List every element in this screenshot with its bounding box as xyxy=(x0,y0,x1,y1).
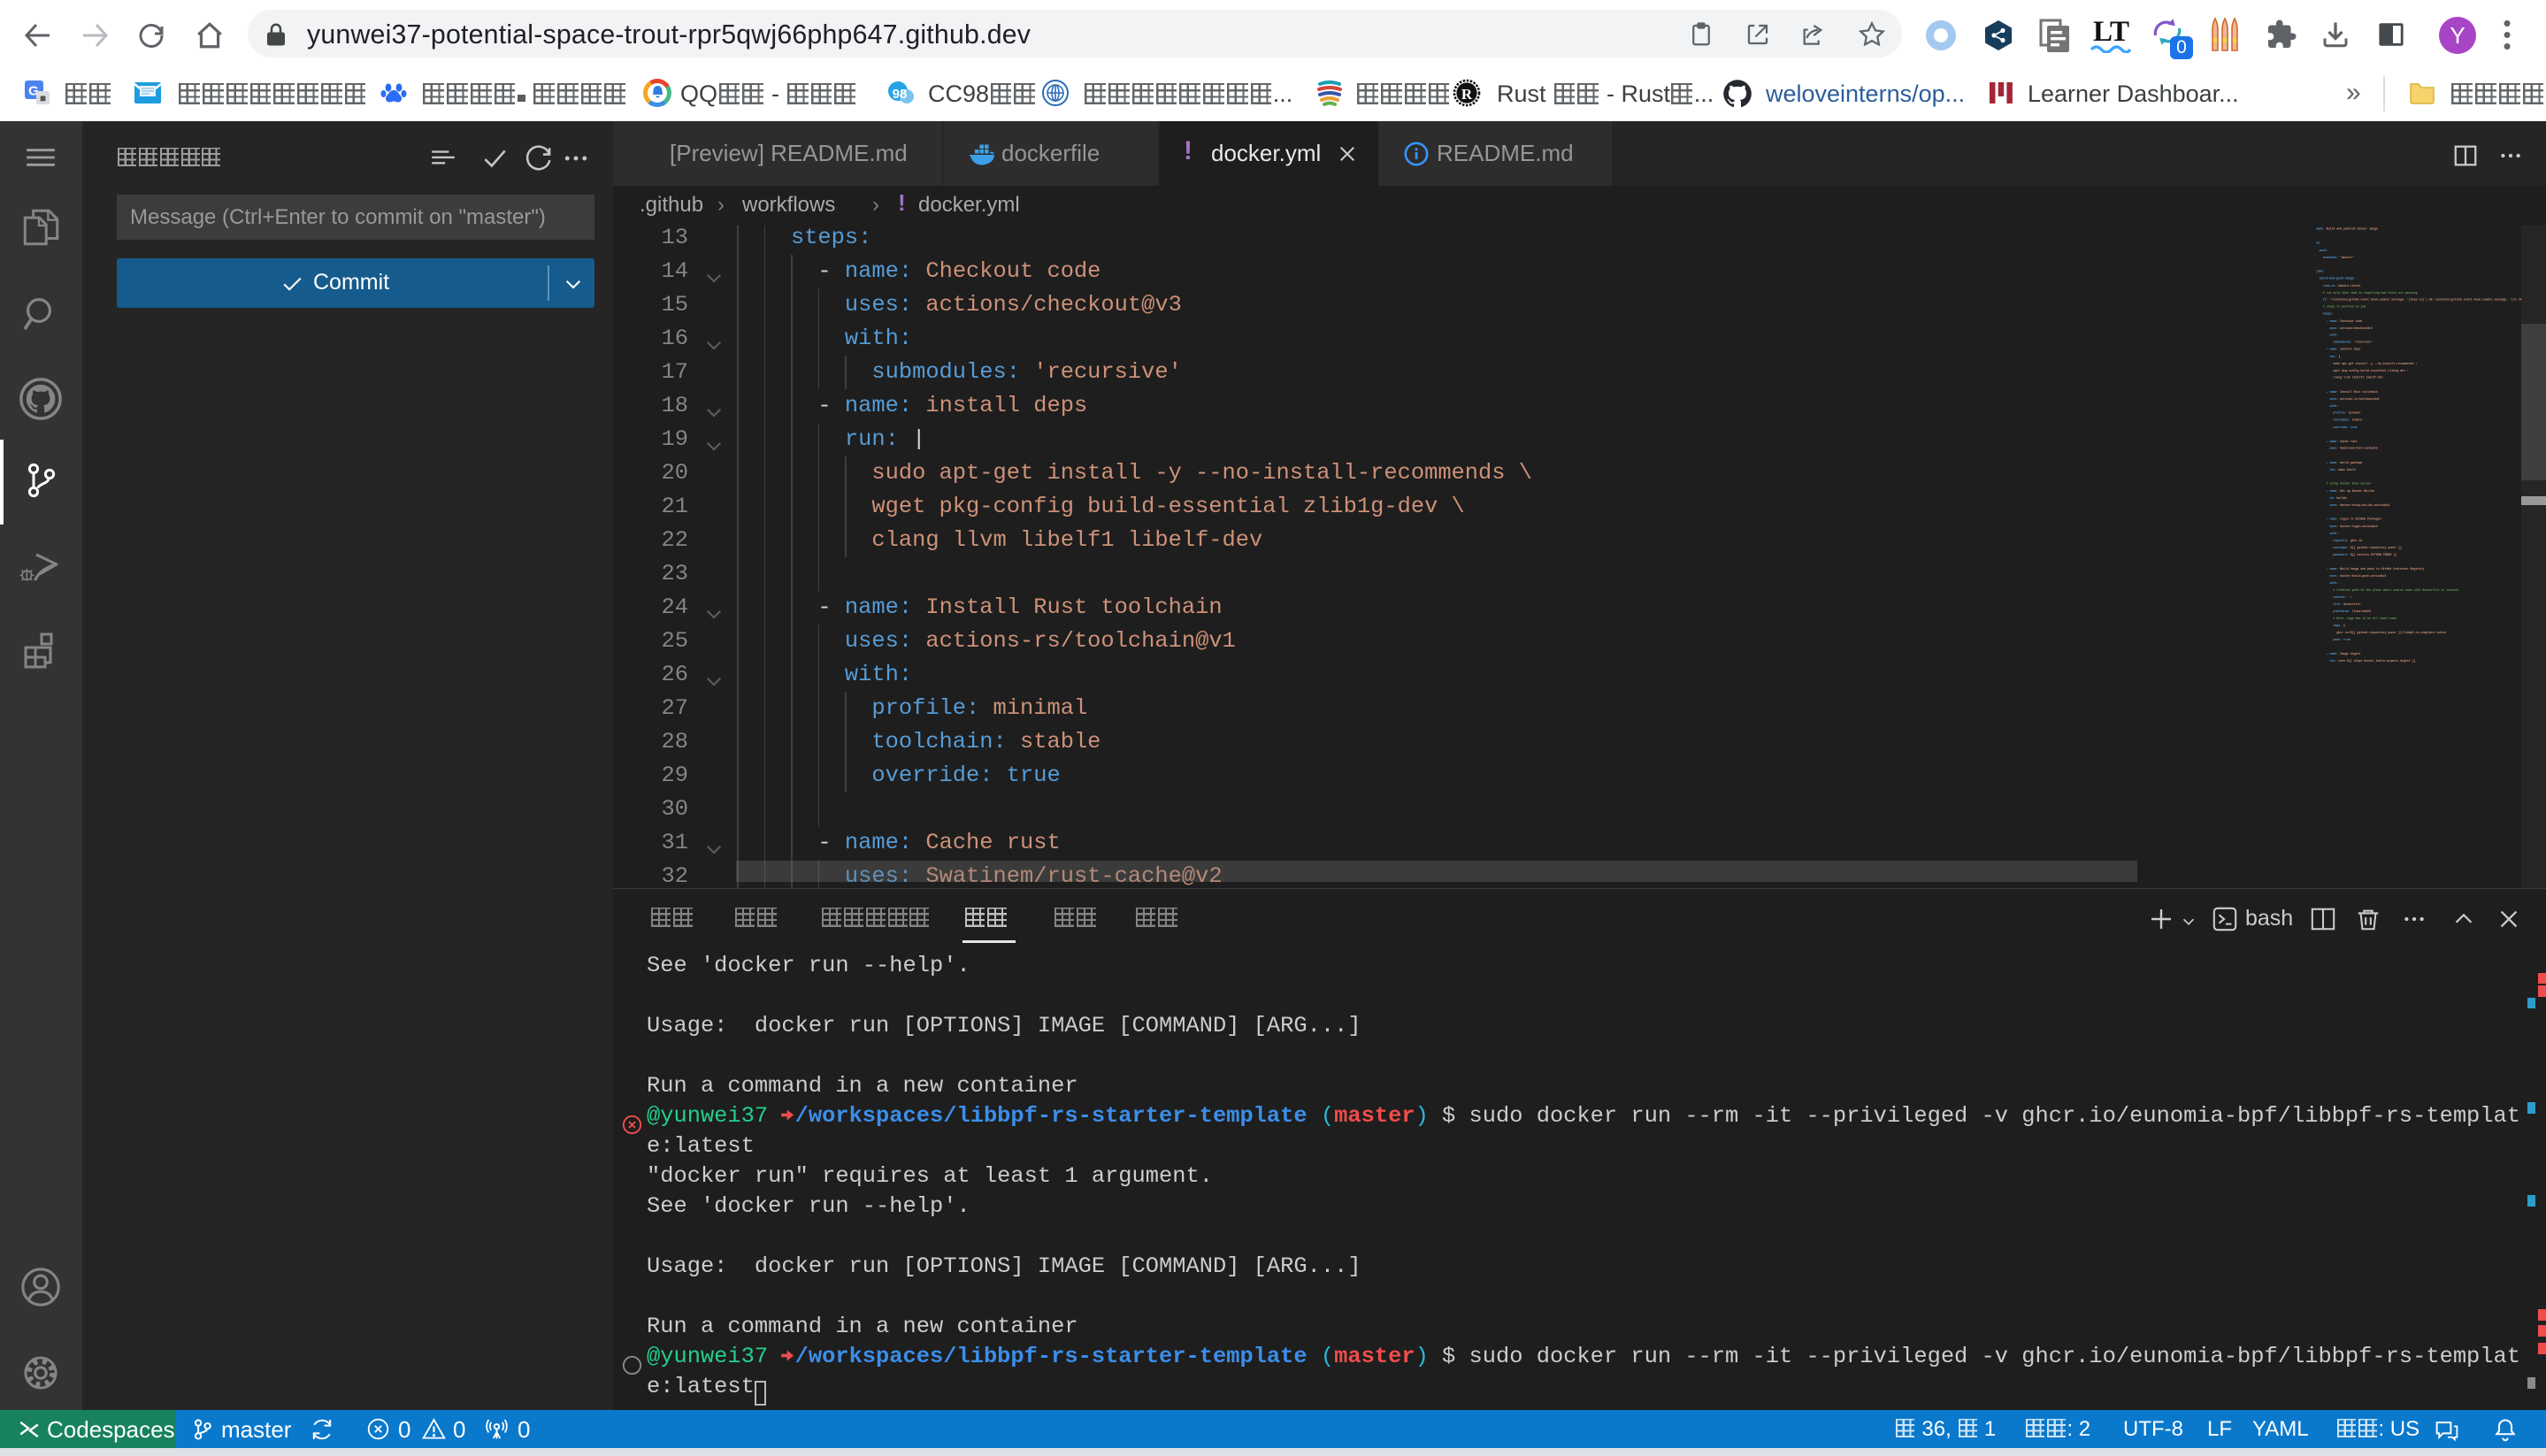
svg-text:■: ■ xyxy=(40,92,46,104)
svg-text:98: 98 xyxy=(893,87,908,102)
svg-text:R: R xyxy=(1461,86,1473,103)
